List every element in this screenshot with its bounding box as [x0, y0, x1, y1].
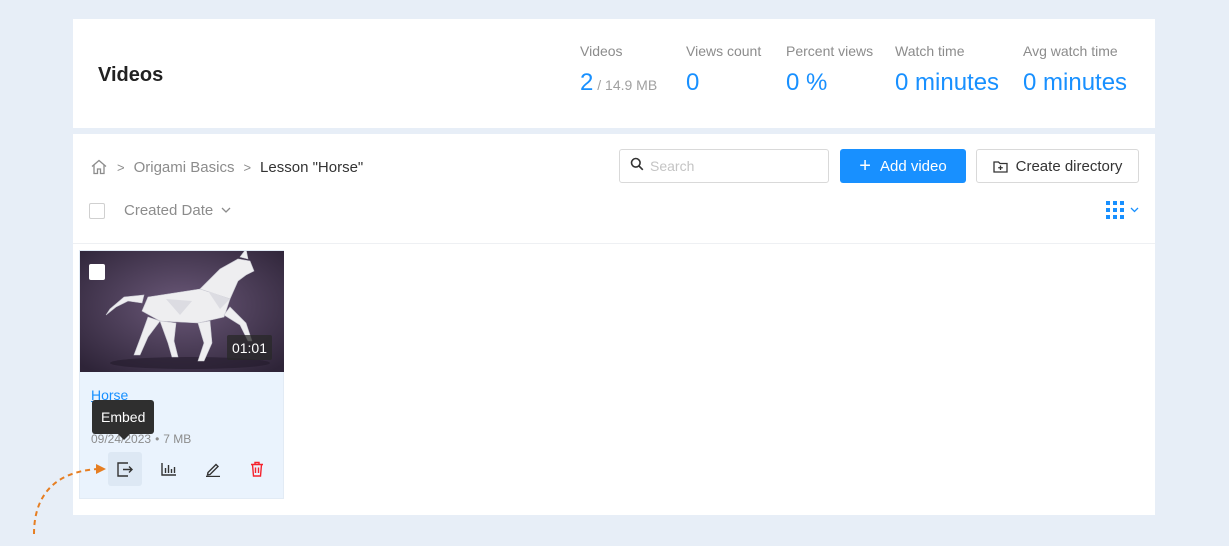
edit-button[interactable]: [196, 452, 230, 486]
chevron-down-icon: [1130, 207, 1139, 213]
search-box[interactable]: [619, 149, 829, 183]
embed-tooltip: Embed: [92, 400, 155, 440]
view-mode-toggle[interactable]: [1106, 201, 1139, 219]
breadcrumb: > Origami Basics > Lesson "Horse": [90, 158, 363, 176]
delete-button[interactable]: [240, 452, 274, 486]
video-select-checkbox[interactable]: [89, 264, 105, 280]
stats-header: Videos Videos 2 / 14.9 MB Views count 0 …: [73, 19, 1155, 128]
page-title: Videos: [98, 64, 164, 86]
create-directory-button[interactable]: Create directory: [976, 149, 1139, 183]
plus-icon: +: [859, 155, 871, 177]
stat-value: 0 %: [786, 69, 828, 96]
stat-storage: / 14.9 MB: [593, 77, 658, 93]
video-actions: [108, 452, 284, 486]
embed-icon: [116, 461, 133, 477]
bar-chart-icon: [161, 463, 176, 476]
stat-value: 0 minutes: [1023, 69, 1128, 96]
add-video-button[interactable]: + Add video: [840, 149, 966, 183]
stat-label: Percent views: [786, 43, 874, 59]
stat-value: 0 minutes: [895, 69, 1000, 96]
video-size: 7 MB: [163, 432, 192, 446]
stat-label: Avg watch time: [1023, 43, 1118, 59]
stat-watch-time: Watch time 0 minutes: [895, 43, 999, 95]
stat-value: 0: [686, 69, 700, 96]
stat-label: Watch time: [895, 43, 965, 59]
select-all-checkbox[interactable]: [89, 203, 105, 219]
stat-label: Videos: [580, 43, 623, 59]
stat-avg-watch-time: Avg watch time 0 minutes: [1023, 43, 1127, 95]
breadcrumb-item-origami-basics[interactable]: Origami Basics: [134, 159, 235, 176]
stat-views-count: Views count 0: [686, 43, 761, 95]
search-icon: [630, 157, 644, 176]
stat-number: 2: [580, 69, 594, 96]
trash-icon: [251, 461, 263, 477]
video-thumbnail[interactable]: 01:01: [80, 251, 284, 372]
video-meta: 09/24/2023•7 MB: [91, 432, 191, 446]
meta-separator: •: [155, 432, 160, 446]
stat-percent-views: Percent views 0 %: [786, 43, 873, 95]
add-video-label: Add video: [879, 157, 947, 175]
stat-label: Views count: [686, 43, 762, 59]
create-directory-label: Create directory: [1015, 157, 1123, 175]
statistics-button[interactable]: [152, 452, 186, 486]
breadcrumb-current: Lesson "Horse": [260, 158, 364, 176]
video-card[interactable]: 01:01 Horse 09/24/2023•7 MB Embed: [79, 250, 284, 499]
breadcrumb-separator: >: [243, 159, 252, 175]
home-icon[interactable]: [90, 158, 108, 176]
chevron-down-icon: [221, 207, 231, 213]
embed-button[interactable]: [108, 452, 142, 486]
video-duration: 01:01: [226, 335, 272, 360]
pencil-icon: [206, 463, 220, 477]
divider: [73, 243, 1155, 244]
breadcrumb-separator: >: [117, 159, 125, 175]
sort-label: Created Date: [124, 202, 214, 219]
folder-plus-icon: [992, 160, 1008, 173]
grid-icon: [1106, 201, 1124, 219]
stat-videos: Videos 2 / 14.9 MB: [580, 43, 657, 95]
search-input[interactable]: [650, 158, 810, 174]
stat-value: 2 / 14.9 MB: [580, 71, 657, 95]
sort-dropdown[interactable]: Created Date: [124, 202, 231, 219]
video-library: > Origami Basics > Lesson "Horse" + Add …: [73, 134, 1155, 515]
